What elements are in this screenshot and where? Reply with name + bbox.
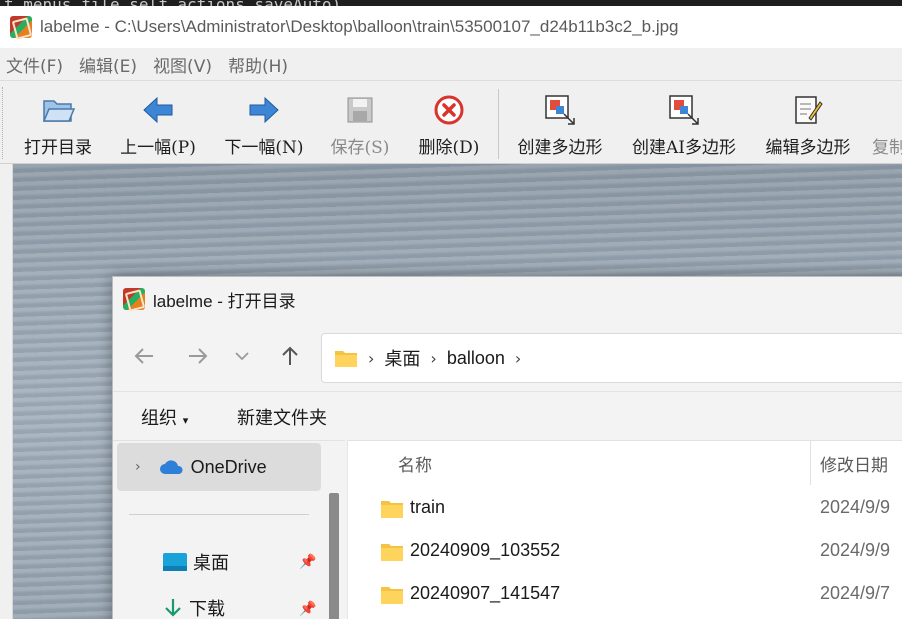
copy-label: 复制 bbox=[872, 138, 902, 158]
breadcrumb-chevron-icon: › bbox=[430, 348, 437, 368]
left-dock-edge bbox=[0, 164, 13, 619]
new-folder-button[interactable]: 新建文件夹 bbox=[237, 404, 327, 430]
column-header-modified[interactable]: 修改日期 bbox=[820, 451, 888, 476]
dialog-title: labelme - 打开目录 bbox=[153, 291, 296, 311]
save-label: 保存(S) bbox=[330, 138, 390, 158]
file-name: train bbox=[410, 497, 446, 517]
save-icon bbox=[343, 93, 377, 127]
breadcrumb-chevron-icon: › bbox=[368, 348, 375, 368]
screen: t menus file self actions saveAuto) labe… bbox=[0, 0, 902, 619]
file-row[interactable]: 20240907_141547 2024/9/7 bbox=[348, 575, 902, 615]
next-image-button[interactable]: 下一幅(N) bbox=[220, 81, 308, 165]
sidebar-item-onedrive[interactable]: › OneDrive bbox=[117, 443, 321, 491]
sidebar-item-label: 下载 bbox=[189, 599, 225, 619]
delete-icon bbox=[432, 93, 466, 127]
sidebar-divider bbox=[129, 514, 309, 515]
arrow-right-icon bbox=[247, 93, 281, 127]
toolbar-grip bbox=[2, 87, 6, 159]
navigation-pane: › OneDrive 桌面 📌 下载 📌 bbox=[113, 440, 345, 619]
organize-button[interactable]: 组织 ▾ bbox=[141, 404, 188, 430]
open-dir-label: 打开目录 bbox=[24, 138, 92, 158]
window-title: labelme - C:\Users\Administrator\Desktop… bbox=[40, 17, 679, 36]
breadcrumb-chevron-icon: › bbox=[514, 348, 522, 368]
open-directory-dialog: labelme - 打开目录 › 桌面 › balloon › 组织 ▾ 新建文… bbox=[112, 276, 902, 619]
desktop-icon bbox=[163, 553, 187, 571]
edit-polygon-button[interactable]: 编辑多边形 bbox=[758, 81, 858, 165]
labelme-app-icon bbox=[10, 16, 32, 38]
address-bar[interactable]: › 桌面 › balloon › bbox=[321, 333, 902, 383]
pin-icon: 📌 bbox=[299, 554, 317, 570]
navigation-bar: › 桌面 › balloon › bbox=[113, 321, 902, 391]
command-bar: 组织 ▾ 新建文件夹 bbox=[113, 391, 902, 439]
labelme-app-icon bbox=[123, 288, 145, 310]
folder-icon bbox=[381, 544, 403, 561]
sidebar-item-label: 桌面 bbox=[193, 553, 229, 574]
expand-chevron-icon[interactable]: › bbox=[135, 459, 141, 475]
delete-label: 删除(D) bbox=[418, 138, 480, 158]
edit-polygon-icon bbox=[791, 93, 825, 127]
folder-icon bbox=[335, 351, 357, 367]
file-name: 20240909_103552 bbox=[410, 540, 561, 560]
create-ai-polygon-icon bbox=[667, 93, 701, 127]
file-date: 2024/9/9 bbox=[820, 497, 891, 517]
toolbar-separator bbox=[498, 89, 499, 159]
copy-icon bbox=[872, 93, 902, 127]
forward-arrow-icon[interactable] bbox=[183, 341, 213, 371]
recent-locations-chevron-icon[interactable] bbox=[227, 341, 257, 371]
toolbar: 打开目录 上一幅(P) 下一幅(N) 保存(S) 删除(D) 创建多边形 创建A… bbox=[0, 80, 902, 164]
prev-image-button[interactable]: 上一幅(P) bbox=[114, 81, 202, 165]
delete-button[interactable]: 删除(D) bbox=[412, 81, 486, 165]
menu-edit[interactable]: 编辑(E) bbox=[79, 52, 137, 77]
file-date: 2024/9/7 bbox=[820, 583, 891, 603]
create-ai-polygon-label: 创建AI多边形 bbox=[632, 138, 736, 158]
chevron-down-icon: ▾ bbox=[182, 414, 189, 427]
organize-label: 组织 bbox=[141, 408, 177, 429]
title-bar: labelme - C:\Users\Administrator\Desktop… bbox=[0, 6, 902, 48]
next-image-label: 下一幅(N) bbox=[224, 138, 304, 158]
create-ai-polygon-button[interactable]: 创建AI多边形 bbox=[626, 81, 742, 165]
arrow-left-icon bbox=[141, 93, 175, 127]
breadcrumb-balloon[interactable]: balloon bbox=[447, 348, 505, 369]
menu-view[interactable]: 视图(V) bbox=[153, 52, 212, 77]
file-row[interactable]: 20240909_103552 2024/9/9 bbox=[348, 532, 902, 572]
menu-bar: 文件(F) 编辑(E) 视图(V) 帮助(H) bbox=[0, 48, 902, 80]
folder-open-icon bbox=[41, 93, 75, 127]
file-name: 20240907_141547 bbox=[410, 583, 561, 603]
column-divider[interactable] bbox=[810, 441, 811, 485]
save-button[interactable]: 保存(S) bbox=[324, 81, 396, 165]
copy-button[interactable]: 复制 bbox=[872, 81, 902, 165]
file-date: 2024/9/9 bbox=[820, 540, 891, 560]
back-arrow-icon[interactable] bbox=[129, 341, 159, 371]
create-polygon-icon bbox=[543, 93, 577, 127]
pin-icon: 📌 bbox=[299, 601, 317, 617]
menu-help[interactable]: 帮助(H) bbox=[228, 52, 288, 77]
sidebar-item-downloads[interactable]: 下载 bbox=[163, 593, 225, 619]
up-arrow-icon[interactable] bbox=[275, 341, 305, 371]
folder-icon bbox=[381, 587, 403, 604]
download-arrow-icon bbox=[165, 599, 181, 617]
file-list: 名称 修改日期 train 2024/9/9 20240909_103552 2… bbox=[347, 440, 902, 619]
sidebar-scrollbar[interactable] bbox=[329, 493, 339, 619]
sidebar-item-label: OneDrive bbox=[190, 456, 267, 477]
prev-image-label: 上一幅(P) bbox=[120, 138, 196, 158]
breadcrumb-desktop[interactable]: 桌面 bbox=[384, 345, 420, 371]
dialog-title-bar: labelme - 打开目录 bbox=[113, 277, 902, 321]
open-dir-button[interactable]: 打开目录 bbox=[18, 81, 98, 165]
onedrive-cloud-icon bbox=[159, 460, 183, 474]
create-polygon-button[interactable]: 创建多边形 bbox=[510, 81, 610, 165]
menu-file[interactable]: 文件(F) bbox=[6, 52, 63, 77]
file-row[interactable]: train 2024/9/9 bbox=[348, 489, 902, 529]
folder-icon bbox=[381, 501, 403, 518]
edit-polygon-label: 编辑多边形 bbox=[765, 138, 851, 158]
create-polygon-label: 创建多边形 bbox=[517, 138, 603, 158]
sidebar-item-desktop[interactable]: 桌面 bbox=[163, 547, 229, 577]
column-header-name[interactable]: 名称 bbox=[398, 451, 432, 476]
